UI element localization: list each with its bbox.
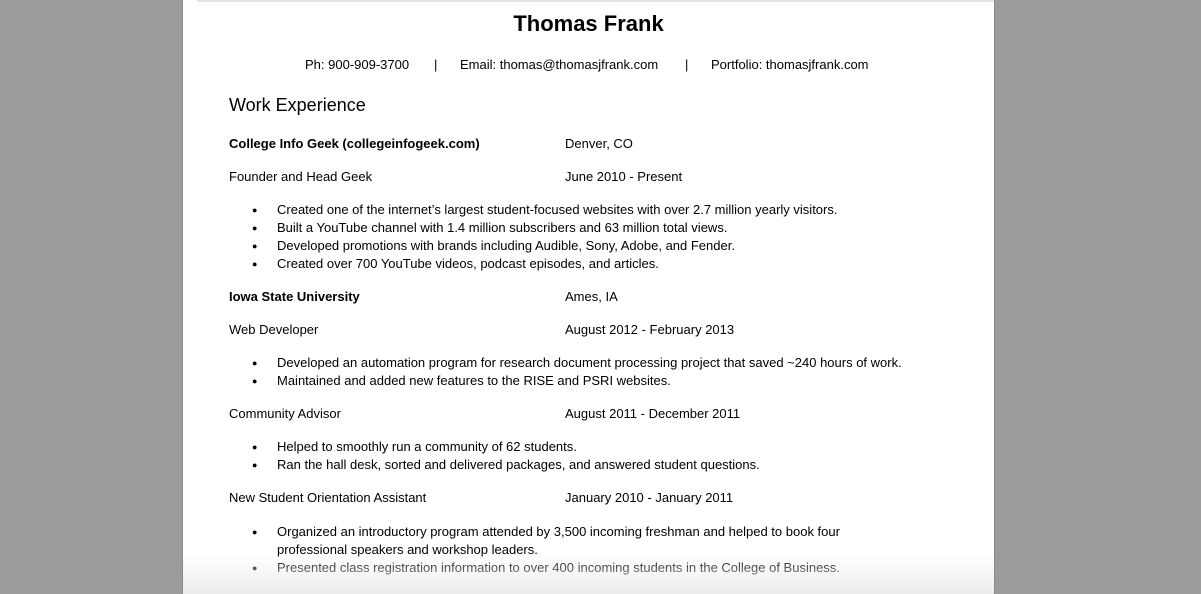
resume-page: Thomas Frank Ph: 900-909-3700 | Email: t… [182, 0, 995, 594]
bullet-item: Developed an automation program for rese… [229, 354, 949, 372]
employer-name: College Info Geek (collegeinfogeek.com) [229, 136, 480, 151]
employer-location: Ames, IA [565, 289, 618, 304]
bullet-list: Created one of the internet’s largest st… [229, 201, 949, 273]
bullet-item: Presented class registration information… [229, 559, 909, 577]
section-title-work-experience: Work Experience [229, 95, 366, 115]
employer-row: College Info Geek (collegeinfogeek.com) … [229, 136, 633, 151]
bullet-item: Maintained and added new features to the… [229, 372, 949, 390]
role-dates: January 2010 - January 2011 [565, 490, 734, 505]
role-title: Community Advisor [229, 406, 341, 421]
phone-text: Ph: 900-909-3700 [305, 57, 410, 72]
employer-row: Iowa State University Ames, IA [229, 289, 618, 304]
role-title: Founder and Head Geek [229, 169, 373, 184]
role-row: New Student Orientation Assistant Januar… [229, 490, 733, 505]
role-dates: August 2012 - February 2013 [565, 322, 735, 337]
role-row: Founder and Head Geek June 2010 - Presen… [229, 169, 682, 184]
contact-separator: | [434, 57, 438, 72]
contact-separator: | [685, 57, 689, 72]
email-text: Email: thomas@thomasjfrank.com [460, 57, 659, 72]
bullet-item: Created over 700 YouTube videos, podcast… [229, 255, 949, 273]
bullet-list: Helped to smoothly run a community of 62… [229, 438, 949, 474]
bullet-item: Helped to smoothly run a community of 62… [229, 438, 949, 456]
employer-name: Iowa State University [229, 289, 360, 304]
bullet-item: Built a YouTube channel with 1.4 million… [229, 219, 949, 237]
bullet-item: Created one of the internet’s largest st… [229, 201, 949, 219]
bullet-list: Organized an introductory program attend… [229, 523, 909, 577]
resume-name: Thomas Frank [513, 11, 664, 36]
bullet-item: Organized an introductory program attend… [229, 523, 909, 559]
bullet-list: Developed an automation program for rese… [229, 354, 949, 390]
role-title: New Student Orientation Assistant [229, 490, 427, 505]
role-dates: June 2010 - Present [565, 169, 683, 184]
bullet-item: Developed promotions with brands includi… [229, 237, 949, 255]
bullet-item: Ran the hall desk, sorted and delivered … [229, 456, 949, 474]
employer-location: Denver, CO [565, 136, 633, 151]
role-dates: August 2011 - December 2011 [565, 406, 741, 421]
portfolio-text: Portfolio: thomasjfrank.com [711, 57, 869, 72]
role-title: Web Developer [229, 322, 319, 337]
role-row: Community Advisor August 2011 - December… [229, 406, 740, 421]
role-row: Web Developer August 2012 - February 201… [229, 322, 734, 337]
